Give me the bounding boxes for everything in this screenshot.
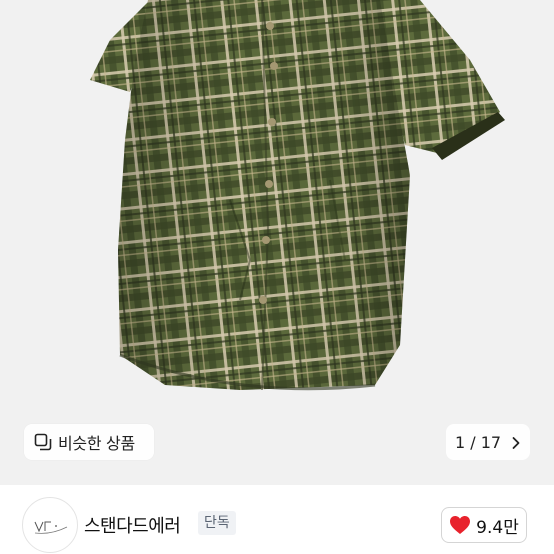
duplicate-squares-icon	[34, 433, 52, 451]
brand-logo-mark	[34, 521, 68, 534]
plaid-shirt-image	[90, 0, 505, 391]
product-image[interactable]	[0, 0, 554, 485]
like-count: 9.4만	[476, 517, 519, 538]
pager-current: 1	[454, 432, 466, 452]
pager-separator: /	[465, 432, 481, 452]
exclusive-badge: 단독	[198, 511, 236, 535]
similar-products-button[interactable]: 비슷한 상품	[24, 424, 154, 460]
image-pager[interactable]: 1 / 17	[446, 424, 530, 460]
similar-products-label: 비슷한 상품	[58, 434, 135, 453]
brand-logo[interactable]	[22, 497, 78, 553]
heart-icon	[449, 515, 471, 535]
chevron-right-icon	[511, 435, 521, 449]
pager-total: 17	[480, 432, 502, 452]
like-button[interactable]: 9.4만	[441, 507, 527, 543]
brand-name[interactable]: 스탠다드에러	[84, 512, 181, 538]
